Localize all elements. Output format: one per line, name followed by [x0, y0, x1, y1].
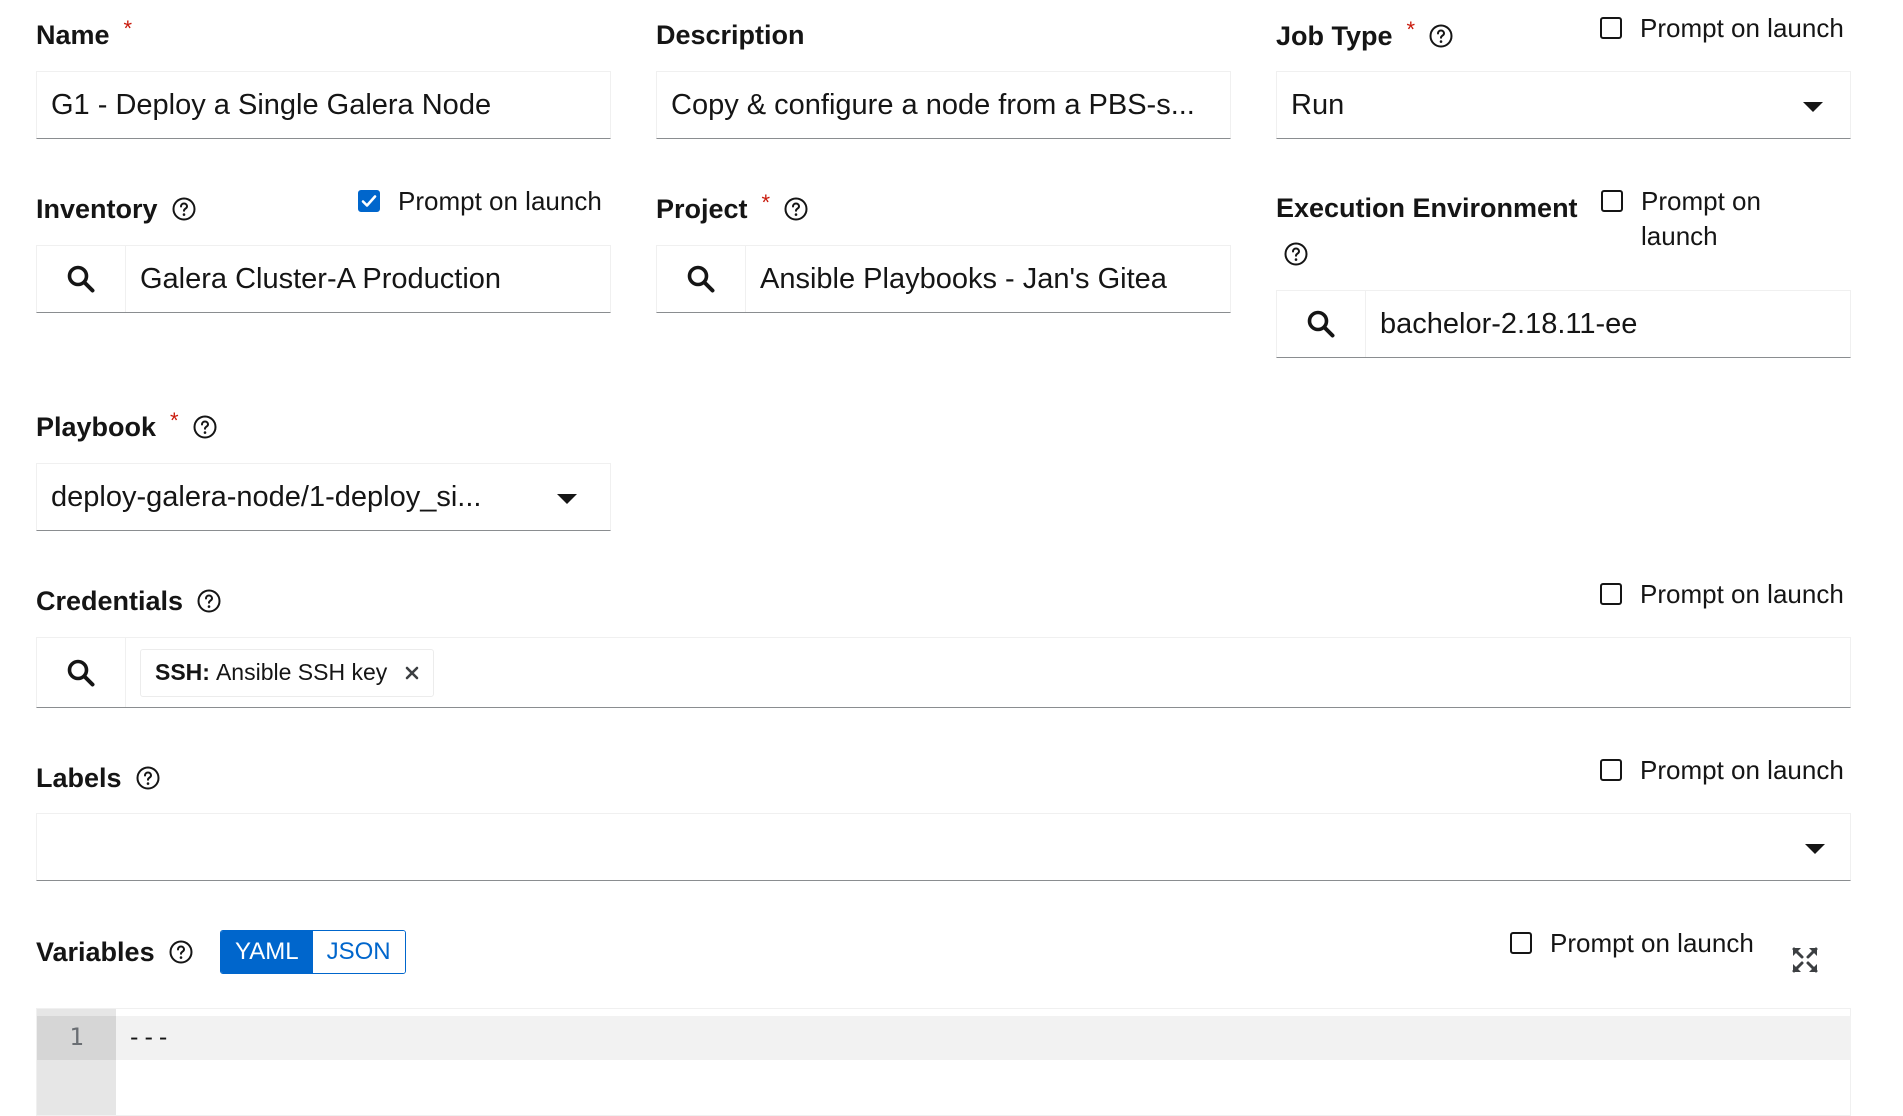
job-type-select[interactable]: Run — [1276, 71, 1851, 139]
job-type-prompt-checkbox[interactable]: Prompt on launch — [1600, 11, 1844, 46]
json-toggle-button[interactable]: JSON — [312, 931, 405, 973]
credentials-lookup[interactable]: SSH: Ansible SSH key — [36, 637, 1851, 708]
description-label: Description — [656, 19, 805, 50]
help-circle-icon[interactable] — [172, 197, 196, 221]
required-marker: * — [170, 408, 179, 433]
variables-label: Variables — [36, 935, 193, 969]
credentials-prompt-checkbox[interactable]: Prompt on launch — [1600, 577, 1844, 612]
required-marker: * — [123, 16, 133, 41]
labels-prompt-checkbox[interactable]: Prompt on launch — [1600, 753, 1844, 788]
execution-environment-prompt-checkbox[interactable]: Prompt on launch — [1601, 184, 1761, 254]
checkbox[interactable] — [1510, 932, 1532, 954]
help-circle-icon[interactable] — [136, 766, 160, 790]
inventory-label: Inventory — [36, 192, 196, 226]
execution-environment-label: Execution Environment — [1276, 192, 1578, 223]
expand-icon[interactable] — [1791, 946, 1819, 974]
required-marker: * — [1406, 17, 1416, 42]
execution-environment-lookup[interactable]: bachelor-2.18.11-ee — [1276, 290, 1851, 358]
description-input[interactable]: Copy & configure a node from a PBS-s... — [656, 71, 1231, 139]
search-icon — [67, 659, 95, 686]
inventory-lookup[interactable]: Galera Cluster-A Production — [36, 245, 611, 313]
caret-down-icon — [1803, 102, 1823, 112]
line-number: 1 — [69, 1023, 84, 1051]
search-icon — [1307, 310, 1335, 338]
playbook-label: Playbook * — [36, 408, 217, 444]
help-circle-icon[interactable] — [193, 415, 217, 439]
credentials-label: Credentials — [36, 584, 221, 618]
variables-format-toggle: YAML JSON — [220, 930, 406, 974]
credential-chip: SSH: Ansible SSH key — [140, 648, 435, 697]
caret-down-icon — [557, 494, 577, 504]
caret-down-icon — [1805, 844, 1825, 854]
required-marker: * — [761, 190, 771, 215]
search-button[interactable] — [1277, 291, 1366, 357]
checkbox-checked[interactable] — [358, 190, 380, 212]
help-circle-icon[interactable] — [1429, 24, 1453, 48]
checkbox[interactable] — [1600, 759, 1622, 781]
yaml-toggle-button[interactable]: YAML — [221, 931, 313, 973]
help-circle-icon[interactable] — [784, 197, 808, 221]
name-input[interactable]: G1 - Deploy a Single Galera Node — [36, 71, 611, 139]
search-icon — [67, 265, 95, 293]
code-line: --- — [127, 1023, 171, 1051]
help-circle-icon[interactable] — [169, 940, 193, 964]
project-lookup[interactable]: Ansible Playbooks - Jan's Gitea — [656, 245, 1231, 313]
variables-code-editor[interactable]: 1 --- — [36, 1008, 1851, 1116]
help-circle-icon[interactable] — [1284, 242, 1308, 266]
help-circle-icon[interactable] — [197, 589, 221, 613]
check-icon — [361, 195, 377, 207]
search-button[interactable] — [37, 246, 126, 312]
playbook-select[interactable]: deploy-galera-node/1-deploy_si... — [36, 463, 611, 531]
job-type-label: Job Type * — [1276, 17, 1453, 53]
search-button[interactable] — [657, 246, 746, 312]
search-icon — [687, 265, 715, 293]
name-label: Name * — [36, 16, 133, 50]
inventory-prompt-checkbox[interactable]: Prompt on launch — [358, 184, 602, 219]
checkbox[interactable] — [1600, 583, 1622, 605]
checkbox[interactable] — [1601, 190, 1623, 212]
labels-select[interactable] — [36, 813, 1851, 881]
variables-prompt-checkbox[interactable]: Prompt on launch — [1510, 926, 1754, 961]
search-button[interactable] — [37, 638, 126, 707]
checkbox[interactable] — [1600, 17, 1622, 39]
active-line-highlight — [116, 1016, 1851, 1060]
project-label: Project * — [656, 190, 808, 226]
labels-label: Labels — [36, 761, 160, 795]
close-icon[interactable] — [405, 666, 419, 680]
